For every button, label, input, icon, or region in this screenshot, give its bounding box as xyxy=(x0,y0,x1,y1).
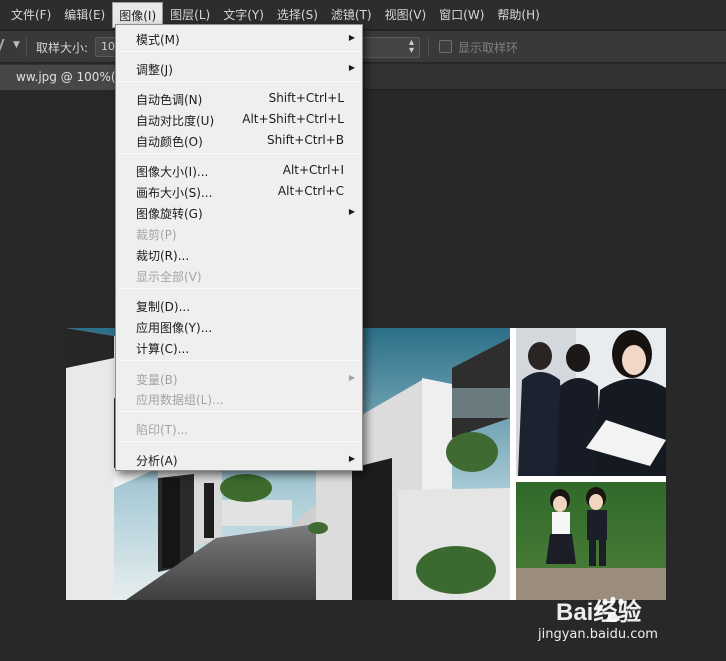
menu-item-adjustments[interactable]: 调整(J) ▶ xyxy=(116,58,362,79)
menu-item-image-rotation[interactable]: 图像旋转(G) ▶ xyxy=(116,202,362,223)
shortcut-label: Shift+Ctrl+B xyxy=(267,133,344,147)
menu-file[interactable]: 文件(F) xyxy=(5,2,57,28)
menu-separator xyxy=(119,81,359,82)
menu-separator xyxy=(119,153,359,154)
menu-item-image-size[interactable]: 图像大小(I)... Alt+Ctrl+I xyxy=(116,160,362,181)
menu-item-trim[interactable]: 裁切(R)... xyxy=(116,244,362,265)
menu-item-duplicate[interactable]: 复制(D)... xyxy=(116,295,362,316)
triangle-right-icon: ▶ xyxy=(348,207,355,216)
menu-window[interactable]: 窗口(W) xyxy=(433,2,490,28)
options-divider-2 xyxy=(428,37,429,57)
triangle-right-icon: ▶ xyxy=(348,454,355,463)
watermark-url: jingyan.baidu.com xyxy=(538,627,658,642)
options-divider xyxy=(26,37,27,57)
tool-preset-dropdown-icon[interactable]: ▼ xyxy=(13,40,20,50)
shortcut-label: Alt+Ctrl+C xyxy=(277,184,344,198)
image-menu-dropdown: 模式(M) ▶ 调整(J) ▶ 自动色调(N) Shift+Ctrl+L 自动对… xyxy=(115,24,363,471)
menu-item-calculations[interactable]: 计算(C)... xyxy=(116,337,362,358)
sample-size-select-end[interactable]: ▴ ▾ xyxy=(362,37,420,58)
shortcut-label: Shift+Ctrl+L xyxy=(268,91,344,105)
show-sampling-ring-label: 显示取样环 xyxy=(458,41,519,55)
menu-item-auto-color[interactable]: 自动颜色(O) Shift+Ctrl+B xyxy=(116,130,362,151)
show-sampling-ring-checkbox[interactable] xyxy=(439,40,452,53)
up-down-arrows-icon: ▴ ▾ xyxy=(408,37,414,56)
menu-separator xyxy=(119,51,359,52)
watermark-brand: Bai经验 xyxy=(556,598,641,626)
menu-item-trap: 陷印(T)... xyxy=(136,423,189,437)
menu-bar: 文件(F) 编辑(E) 图像(I) 图层(L) 文字(Y) 选择(S) 滤镜(T… xyxy=(0,0,726,30)
menu-separator xyxy=(119,288,359,289)
menu-separator xyxy=(119,441,359,442)
sample-size-value: 10 xyxy=(101,40,115,53)
menu-item-auto-tone[interactable]: 自动色调(N) Shift+Ctrl+L xyxy=(116,88,362,109)
menu-item-analysis[interactable]: 分析(A) ▶ xyxy=(116,449,362,470)
menu-item-auto-contrast[interactable]: 自动对比度(U) Alt+Shift+Ctrl+L xyxy=(116,109,362,130)
menu-item-mode[interactable]: 模式(M) ▶ xyxy=(116,28,362,49)
menu-edit[interactable]: 编辑(E) xyxy=(58,2,111,28)
menu-help[interactable]: 帮助(H) xyxy=(491,2,545,28)
eyedropper-tool-icon[interactable] xyxy=(0,39,8,53)
triangle-right-icon: ▶ xyxy=(348,63,355,72)
menu-separator xyxy=(119,360,359,361)
menu-separator xyxy=(119,411,359,412)
sample-size-select[interactable]: 10 xyxy=(95,37,117,57)
menu-item-apply-data-set: 应用数据组(L)... xyxy=(136,393,224,407)
triangle-right-icon: ▶ xyxy=(348,373,355,382)
menu-item-reveal-all: 显示全部(V) xyxy=(136,270,202,284)
menu-item-apply-image[interactable]: 应用图像(Y)... xyxy=(116,316,362,337)
triangle-right-icon: ▶ xyxy=(348,33,355,42)
sample-size-label: 取样大小: xyxy=(36,41,89,55)
menu-view[interactable]: 视图(V) xyxy=(379,2,433,28)
menu-item-canvas-size[interactable]: 画布大小(S)... Alt+Ctrl+C xyxy=(116,181,362,202)
shortcut-label: Alt+Ctrl+I xyxy=(282,163,344,177)
menu-item-crop: 裁剪(P) xyxy=(136,228,177,242)
shortcut-label: Alt+Shift+Ctrl+L xyxy=(242,112,344,126)
document-tab[interactable]: ww.jpg @ 100%(R xyxy=(0,65,116,90)
menu-item-variables: 变量(B) ▶ xyxy=(136,373,355,387)
